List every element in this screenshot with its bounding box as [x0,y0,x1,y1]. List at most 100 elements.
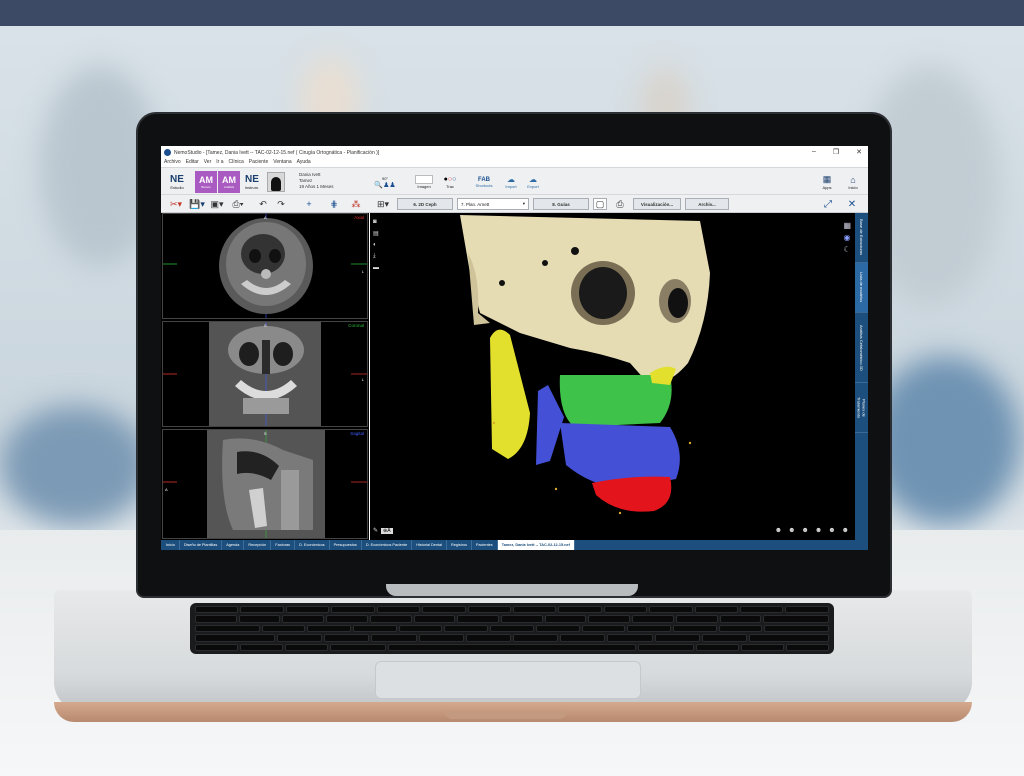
side-tab-modelos[interactable]: Lista de modelos [855,263,868,313]
side-tabs: Base de Estructuras Lista de modelos Aná… [855,213,868,540]
pencil-icon[interactable]: ✎ [373,527,378,534]
coronal-viewport[interactable]: Coronal S L [162,321,368,427]
expand-icon[interactable]: ⤢ [821,198,835,210]
menu-clinica[interactable]: Clínica [229,159,244,167]
menu-ventana[interactable]: Ventana [273,159,291,167]
crosshair-icon[interactable]: + [303,198,315,210]
trac-group[interactable]: ●○○ Trac [439,171,461,193]
tab-patient-file[interactable]: Tamez, Dania Ivett -- TAC-02-12-15.nef [497,540,575,550]
window-titlebar: NemoStudio - [Tamez, Dania Ivett -- TAC-… [161,146,868,159]
menu-ir-a[interactable]: Ir a [216,159,223,167]
shortcuts-group[interactable]: FAB Shortcuts [470,171,498,193]
tab-registros[interactable]: Registros [447,540,472,550]
app-logo-icon [164,149,171,156]
model-3d-viewport[interactable]: ◙ ▤ ◐ ⤓ ▬ ▦ ◉ ☾ ✎ ⊕A ☻ ☻ ☻ ☻ ☻ ☻ [370,213,855,540]
menu-ayuda[interactable]: Ayuda [297,159,311,167]
apps-button[interactable]: ▦ Apps [817,171,837,193]
tab-d-economicos[interactable]: D. Económicos [295,540,330,550]
module-logo: AM [199,175,213,185]
screen-capture-icon[interactable]: ▣▾ [209,198,225,210]
head-back-view-icon[interactable]: ☻ [842,527,849,534]
sphere-icon[interactable]: ◐ [373,242,379,248]
moon-icon[interactable]: ☾ [843,245,851,254]
download-icon[interactable]: ⤓ [373,253,379,260]
folder-icon[interactable]: ▬ [373,265,379,271]
module-logo: NE [170,174,184,185]
tab-d-economicos-paciente[interactable]: D. Económicos Paciente [362,540,413,550]
layers-icon[interactable]: ▦ [843,221,851,230]
axial-viewport[interactable]: Axial A L [162,213,368,319]
side-tab-planes[interactable]: Planes de Tratamiento [855,383,868,433]
minimize-button[interactable]: – [812,148,816,156]
coronal-ct-image [163,322,367,426]
plan-select[interactable]: 7. Plan. Arnett ▾ [457,198,529,210]
cloud-upload-icon: ☁ [529,175,537,184]
redo-icon[interactable]: ↷ [275,198,287,210]
head-top-view-icon[interactable]: ☻ [815,527,822,534]
home-label: Inicio [848,184,858,190]
tab-pacientes[interactable]: Pacientes [472,540,498,550]
export-button[interactable]: ☁ Export [523,171,543,193]
landmarks-icon[interactable]: ⁂ [349,198,363,210]
tab-recepcion[interactable]: Recepción [244,540,272,550]
patient-photo[interactable] [267,172,285,192]
import-button[interactable]: ☁ Import [501,171,521,193]
module-label: Instrum. [244,185,260,190]
close-panel-icon[interactable]: ✕ [845,198,859,210]
module-analisis[interactable]: AM Análisis [218,171,240,193]
module-label: Estudio [170,185,184,190]
patient-info: Dania Ivett Tamez 19 Años 1 Meses [299,172,334,190]
camera-icon[interactable]: ◙ [373,219,379,225]
module-estudio[interactable]: NE Estudio [165,171,189,193]
slice-viewports: Axial A L Coronal S L Sagital S A [161,213,369,540]
view-3d-icon[interactable]: ▢ [593,198,607,210]
home-button[interactable]: ⌂ Inicio [843,171,863,193]
viewport-label: Axial [354,215,364,220]
image-group[interactable]: Imagen [413,171,435,193]
printer-icon[interactable]: ⎙ [613,198,627,210]
undo-icon[interactable]: ↶ [257,198,269,210]
head-left-view-icon[interactable]: ☻ [775,527,782,534]
archive-button[interactable]: Archiv... [685,198,729,210]
side-tab-analisis-3d[interactable]: Análisis Cefalométrico 3D [855,313,868,383]
tab-historial-dental[interactable]: Historial Dental [412,540,447,550]
close-window-button[interactable]: ✕ [856,148,862,156]
tab-diseno-plantillas[interactable]: Diseño de Plantillas [180,540,223,550]
menu-editar[interactable]: Editar [186,159,199,167]
menu-paciente[interactable]: Paciente [249,159,268,167]
tab-inicio[interactable]: Inicio [162,540,180,550]
module-instrum[interactable]: NE Instrum. [241,171,263,193]
head-right-view-icon[interactable]: ☻ [802,527,809,534]
side-tab-estructuras[interactable]: Base de Estructuras [855,213,868,263]
patient-silhouette-icon [271,177,281,191]
tab-agenda[interactable]: Agenda [222,540,245,550]
brain-icon[interactable]: ◉ [843,233,851,242]
angle-control[interactable]: 90° 🔍♟♟ [371,171,399,193]
view-orientation-icon[interactable]: ⊕A [381,527,393,534]
orientation-marker: S [264,431,267,436]
head-bottom-view-icon[interactable]: ☻ [828,527,835,534]
tab-presupuestos[interactable]: Presupuestos [330,540,362,550]
apps-grid-icon: ▦ [822,174,832,184]
search-people-icon: 🔍♟♟ [374,181,396,189]
menu-archivo[interactable]: Archivo [164,159,181,167]
head-front-view-icon[interactable]: ☻ [788,527,795,534]
group-label: Shortcuts [475,182,493,188]
menu-ver[interactable]: Ver [204,159,212,167]
visualization-button[interactable]: Visualización... [633,198,681,210]
image-icon[interactable]: ▤ [373,230,379,237]
grid-tool-icon[interactable]: ⋕ [327,198,341,210]
plan-select-value: 7. Plan. Arnett [461,201,490,207]
save-icon[interactable]: 💾▾ [189,198,205,210]
module-boceto[interactable]: AM Boceto [195,171,217,193]
print-icon[interactable]: ⎙▾ [229,198,247,210]
guides-button[interactable]: 8. Guías [533,198,589,210]
maximize-button[interactable]: ❐ [833,148,839,156]
tools-icon[interactable]: ✂▾ [167,198,185,210]
ceph-2d-button[interactable]: 6. 2D Ceph [397,198,453,210]
tab-facturas[interactable]: Facturas [271,540,296,550]
laptop-hinge [386,584,638,596]
sagittal-viewport[interactable]: Sagital S A [162,429,368,539]
layout-icon[interactable]: ⊞▾ [373,198,393,210]
viewport-label: Sagital [350,431,364,436]
